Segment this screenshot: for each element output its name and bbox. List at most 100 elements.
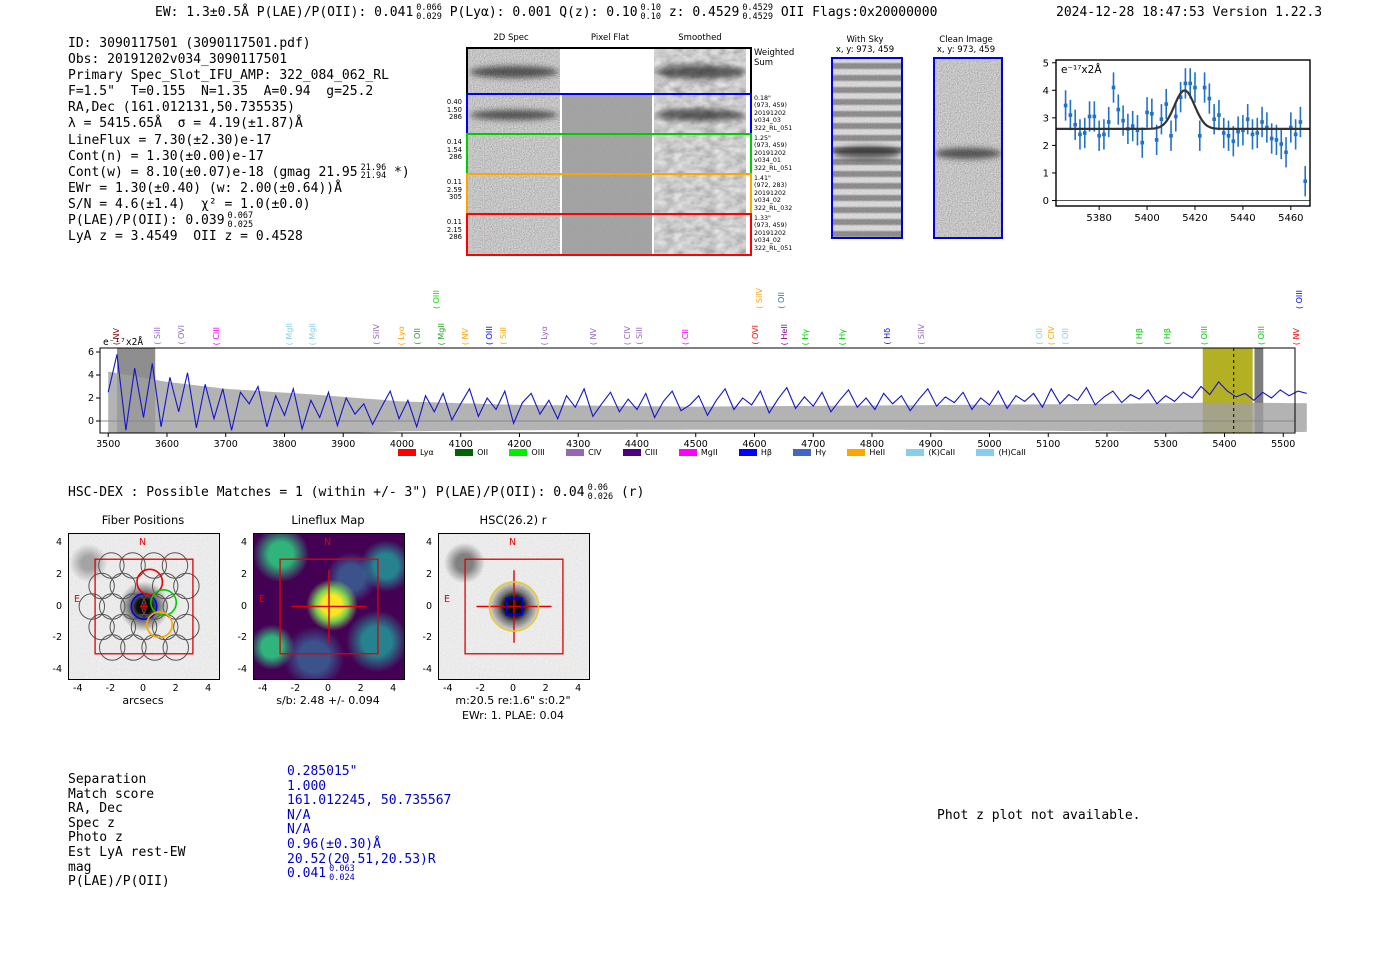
sky-panel-title: With Sky x, y: 973, 459 bbox=[835, 35, 895, 55]
info-line: λ = 5415.65Å σ = 4.19(±1.87)Å bbox=[68, 116, 303, 132]
y-tick-label: -4 bbox=[422, 663, 432, 675]
info-line: RA,Dec (161.012131,50.735535) bbox=[68, 100, 295, 116]
sky-panel-title: Clean Image x, y: 973, 459 bbox=[936, 35, 996, 55]
svg-text:4: 4 bbox=[1043, 86, 1049, 97]
info-line: ID: 3090117501 (3090117501.pdf) bbox=[68, 36, 311, 51]
match-table-value: 0.041 0.063 0.024 bbox=[287, 864, 355, 883]
svg-text:1: 1 bbox=[1043, 168, 1049, 179]
signal-streak bbox=[469, 109, 559, 120]
y-tick-label: 2 bbox=[55, 568, 62, 580]
match-table-value: 1.000 bbox=[287, 778, 327, 794]
x-tick-label: -4 bbox=[258, 683, 268, 694]
x-tick-label: 4 bbox=[390, 683, 397, 694]
emission-line-label: ( NV bbox=[589, 327, 599, 345]
x-tick-label: 0 bbox=[139, 683, 147, 694]
spec2d-row-right-labels: Weighted Sum bbox=[754, 48, 795, 68]
match-table-value: N/A bbox=[287, 807, 311, 823]
emission-line-label: ( MgII bbox=[308, 322, 318, 345]
compass-north: N bbox=[139, 537, 147, 548]
x-tick-label: 2 bbox=[357, 683, 364, 694]
emission-line-label: ( CIV bbox=[1046, 325, 1056, 345]
legend-item: (K)CaII bbox=[906, 448, 955, 457]
match-table-values: 0.285015" 1.000 161.012245, 50.735567 N/A N/… bbox=[287, 764, 452, 883]
x-tick-label: -2 bbox=[105, 683, 116, 694]
catalog-match-table: Separation Match score RA, Dec Spec z Photo … bbox=[68, 764, 588, 905]
match-table-value: 161.012245, 50.735567 bbox=[287, 793, 452, 809]
compass-north: N bbox=[324, 537, 332, 548]
spec2d-cell bbox=[562, 175, 652, 214]
info-line: Obs: 20191202v034_3090117501 bbox=[68, 52, 288, 68]
spec2d-row bbox=[466, 93, 752, 136]
info-line: Cont(n) = 1.30(±0.00)e-17 bbox=[68, 148, 264, 164]
x-tick-label: -4 bbox=[73, 683, 83, 694]
y-tick-label: -2 bbox=[237, 632, 247, 644]
spec2d-column-header: Smoothed bbox=[678, 33, 722, 43]
legend-swatch bbox=[678, 449, 697, 456]
sky-panel-image bbox=[831, 57, 903, 239]
stacked-uncertainty: 0.063 0.024 bbox=[329, 864, 355, 883]
compass-east: E bbox=[444, 593, 451, 605]
match-table-value: 0.96(±0.30)Å bbox=[287, 836, 381, 852]
legend-swatch bbox=[793, 449, 812, 456]
emission-line-label: ( Lyα bbox=[397, 325, 406, 345]
emission-line-label: ( NV bbox=[461, 327, 470, 345]
match-table-label: RA, Dec bbox=[68, 801, 123, 817]
svg-text:6: 6 bbox=[88, 347, 94, 358]
spec2d-row-right-labels: 1.25" (973, 459) 20191202 v034_01 322_RL_051 bbox=[754, 135, 793, 172]
spec2d-row-right-labels: 1.41" (972, 283) 20191202 v034_02 322_RL_032 bbox=[754, 175, 793, 212]
svg-text:e⁻¹⁷x2Å: e⁻¹⁷x2Å bbox=[1061, 63, 1102, 76]
svg-text:2: 2 bbox=[1043, 141, 1049, 152]
lineflux-caption: s/b: 2.48 +/- 0.094 bbox=[276, 694, 380, 707]
compass-north: N bbox=[509, 537, 517, 548]
stacked-uncertainty: 0.10 0.10 bbox=[640, 3, 662, 22]
legend-item: Hγ bbox=[793, 448, 826, 457]
emission-line-label: ( SiIV bbox=[754, 288, 764, 309]
legend-item: OII bbox=[455, 448, 488, 457]
hsc-caption-1: m:20.5 re:1.6" s:0.2" bbox=[455, 694, 571, 707]
spec2d-panel: 2D Spec Pixel Flat Smoothed Weighted Sum 0.40… bbox=[438, 33, 795, 256]
spec2d-cell bbox=[468, 95, 560, 134]
match-table-label: Spec z bbox=[68, 815, 115, 831]
match-table-value: 20.52(20.51,20.53)R bbox=[287, 851, 436, 867]
spec2d-cell bbox=[562, 95, 652, 134]
spec2d-cell bbox=[654, 135, 746, 174]
y-tick-label: 0 bbox=[425, 600, 432, 612]
sky-image-panels: With Sky x, y: 973, 459 Clean Image x, y: 9… bbox=[825, 33, 1010, 243]
hsc-image bbox=[438, 533, 590, 680]
spec2d-row-left-labels: 0.40 1.50 286 bbox=[446, 98, 462, 122]
elixer-report-page: EW: 1.3±0.5Å P(LAE)/P(OII): 0.041 0.066 0.… bbox=[0, 0, 1400, 953]
svg-text:3: 3 bbox=[1043, 113, 1049, 124]
stacked-uncertainty: 0.4529 0.4529 bbox=[742, 3, 774, 22]
compass-east: E bbox=[259, 593, 266, 605]
y-tick-label: 0 bbox=[240, 600, 247, 612]
emission-line-label: ( Hδ bbox=[882, 328, 892, 345]
info-line: F=1.5" T=0.155 N=1.35 A=0.94 g=25.2 bbox=[68, 84, 374, 100]
noise-texture bbox=[468, 215, 560, 254]
match-table-label: Photo z bbox=[68, 830, 123, 846]
photz-unavailable-note: Phot z plot not available. bbox=[937, 808, 1141, 823]
emission-line-label: ( OIII bbox=[485, 325, 495, 345]
legend-item: (H)CaII bbox=[976, 448, 1026, 457]
emission-line-label: ( SiIV bbox=[372, 324, 382, 345]
emission-line-label: ( MgII bbox=[285, 322, 295, 345]
legend-swatch bbox=[509, 449, 528, 456]
sky-panel-image bbox=[933, 57, 1003, 239]
info-line: LyA z = 3.4549 OII z = 0.4528 bbox=[68, 229, 303, 245]
svg-text:5100: 5100 bbox=[1036, 439, 1060, 447]
emission-line-label: ( OII bbox=[1035, 328, 1044, 345]
spec2d-cell bbox=[562, 49, 652, 94]
noise-texture bbox=[562, 215, 652, 254]
noise-texture bbox=[562, 175, 652, 214]
emission-line-label: ( OII bbox=[412, 328, 422, 345]
emission-line-label: ( MgII bbox=[436, 322, 446, 345]
y-tick-label: -2 bbox=[52, 632, 62, 644]
sky-dark-band bbox=[833, 146, 901, 159]
noise-texture bbox=[654, 215, 746, 254]
x-tick-label: 2 bbox=[172, 683, 179, 694]
cutout-annotations bbox=[78, 552, 200, 661]
match-table-label: mag bbox=[68, 859, 92, 875]
info-line: P(LAE)/P(OII): 0.039 0.067 0.025 bbox=[68, 211, 254, 230]
y-tick-label: -2 bbox=[422, 632, 432, 644]
legend-item: Hβ bbox=[738, 448, 772, 457]
y-tick-label: 4 bbox=[55, 537, 62, 549]
